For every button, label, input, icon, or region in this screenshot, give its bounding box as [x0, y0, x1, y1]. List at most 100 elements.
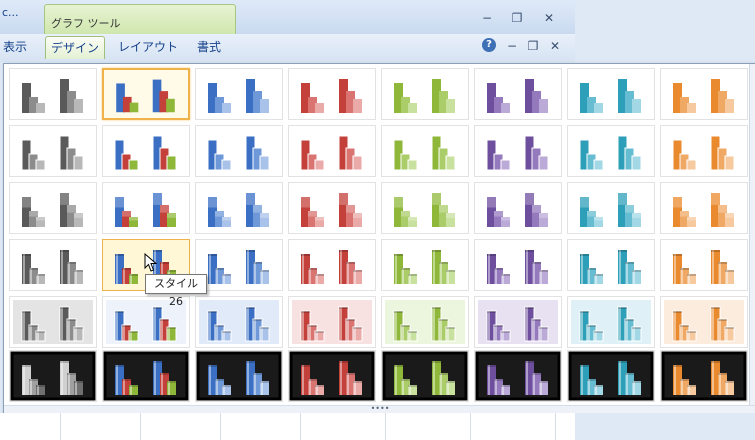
column-chart-icon: [10, 351, 96, 401]
ribbon-minimize-button[interactable]: −: [503, 38, 521, 54]
chart-style-6[interactable]: [474, 68, 562, 120]
chart-style-27[interactable]: [195, 239, 283, 291]
chart-style-33[interactable]: [9, 296, 97, 348]
chart-style-10[interactable]: [102, 125, 190, 177]
column-chart-icon: [196, 351, 282, 401]
spreadsheet-area: [0, 413, 575, 440]
column-chart-icon: [22, 79, 83, 113]
column-chart-icon: [475, 351, 561, 401]
chart-style-32[interactable]: [660, 239, 748, 291]
chart-style-29[interactable]: [381, 239, 469, 291]
column-chart-icon: [486, 135, 549, 171]
chart-style-24[interactable]: [660, 182, 748, 234]
column-chart-icon: [571, 300, 651, 344]
column-chart-icon: [208, 250, 269, 284]
column-chart-icon: [301, 79, 362, 113]
chart-style-16[interactable]: [660, 125, 748, 177]
chart-style-9[interactable]: [9, 125, 97, 177]
chart-style-21[interactable]: [381, 182, 469, 234]
chart-style-12[interactable]: [288, 125, 376, 177]
chart-style-39[interactable]: [567, 296, 655, 348]
chart-style-46[interactable]: [474, 350, 562, 402]
chart-style-11[interactable]: [195, 125, 283, 177]
chart-style-14[interactable]: [474, 125, 562, 177]
column-chart-icon: [664, 300, 744, 344]
chart-styles-gallery: ••••: [3, 63, 755, 415]
chart-style-31[interactable]: [567, 239, 655, 291]
chart-style-47[interactable]: [567, 350, 655, 402]
chart-style-1[interactable]: [9, 68, 97, 120]
chart-style-18[interactable]: [102, 182, 190, 234]
chart-style-3[interactable]: [195, 68, 283, 120]
column-chart-icon: [114, 135, 177, 171]
chart-style-45[interactable]: [381, 350, 469, 402]
chart-style-42[interactable]: [102, 350, 190, 402]
gallery-scrollbar[interactable]: [749, 64, 755, 414]
column-chart-icon: [301, 193, 362, 227]
chart-style-38[interactable]: [474, 296, 562, 348]
chart-style-41[interactable]: [9, 350, 97, 402]
chart-style-20[interactable]: [288, 182, 376, 234]
chart-style-19[interactable]: [195, 182, 283, 234]
chart-style-36[interactable]: [288, 296, 376, 348]
column-chart-icon: [580, 79, 641, 113]
column-chart-icon: [478, 300, 558, 344]
column-chart-icon: [661, 351, 747, 401]
column-chart-icon: [580, 250, 641, 284]
ribbon-tab-bar: 表示 デザイン レイアウト 書式 ? − ❐ ✕: [0, 34, 575, 62]
chart-style-17[interactable]: [9, 182, 97, 234]
chart-style-35[interactable]: [195, 296, 283, 348]
chart-style-2[interactable]: [102, 68, 190, 120]
chart-style-5[interactable]: [381, 68, 469, 120]
column-chart-icon: [579, 135, 642, 171]
tab-view[interactable]: 表示: [0, 36, 30, 58]
chart-style-30[interactable]: [474, 239, 562, 291]
desktop-background: [575, 413, 755, 440]
mouse-cursor-icon: [144, 253, 158, 272]
column-chart-icon: [394, 79, 455, 113]
chart-style-22[interactable]: [474, 182, 562, 234]
column-chart-icon: [568, 351, 654, 401]
column-chart-icon: [300, 135, 363, 171]
column-chart-icon: [115, 193, 176, 227]
column-chart-icon: [292, 300, 372, 344]
chart-style-48[interactable]: [660, 350, 748, 402]
window-minimize-button[interactable]: −: [478, 10, 496, 26]
column-chart-icon: [672, 135, 735, 171]
window-restore-button[interactable]: ❐: [508, 10, 526, 26]
column-chart-icon: [22, 193, 83, 227]
chart-style-40[interactable]: [660, 296, 748, 348]
title-bar: c... グラフ ツール − ❐ ✕: [0, 0, 575, 35]
column-chart-icon: [393, 135, 456, 171]
column-chart-icon: [13, 300, 93, 344]
tab-format[interactable]: 書式: [192, 36, 226, 58]
chart-style-7[interactable]: [567, 68, 655, 120]
window-close-button[interactable]: ✕: [540, 10, 558, 26]
chart-style-23[interactable]: [567, 182, 655, 234]
ribbon-restore-button[interactable]: ❐: [524, 38, 542, 54]
column-chart-icon: [208, 79, 269, 113]
tab-layout[interactable]: レイアウト: [118, 36, 178, 58]
column-chart-icon: [673, 193, 734, 227]
chart-style-13[interactable]: [381, 125, 469, 177]
column-chart-icon: [199, 300, 279, 344]
chart-style-8[interactable]: [660, 68, 748, 120]
chart-style-4[interactable]: [288, 68, 376, 120]
column-chart-icon: [207, 135, 270, 171]
ribbon-close-button[interactable]: ✕: [546, 38, 564, 54]
chart-style-37[interactable]: [381, 296, 469, 348]
chart-style-15[interactable]: [567, 125, 655, 177]
chart-style-43[interactable]: [195, 350, 283, 402]
chart-tools-label: グラフ ツール: [51, 17, 121, 30]
column-chart-icon: [208, 193, 269, 227]
column-chart-icon: [382, 351, 468, 401]
chart-style-25[interactable]: [9, 239, 97, 291]
chart-tools-group: グラフ ツール: [44, 4, 236, 35]
column-chart-icon: [487, 79, 548, 113]
chart-style-28[interactable]: [288, 239, 376, 291]
column-chart-icon: [301, 250, 362, 284]
chart-style-44[interactable]: [288, 350, 376, 402]
column-chart-icon: [394, 250, 455, 284]
tab-design[interactable]: デザイン: [45, 36, 105, 59]
help-button[interactable]: ?: [482, 38, 496, 52]
